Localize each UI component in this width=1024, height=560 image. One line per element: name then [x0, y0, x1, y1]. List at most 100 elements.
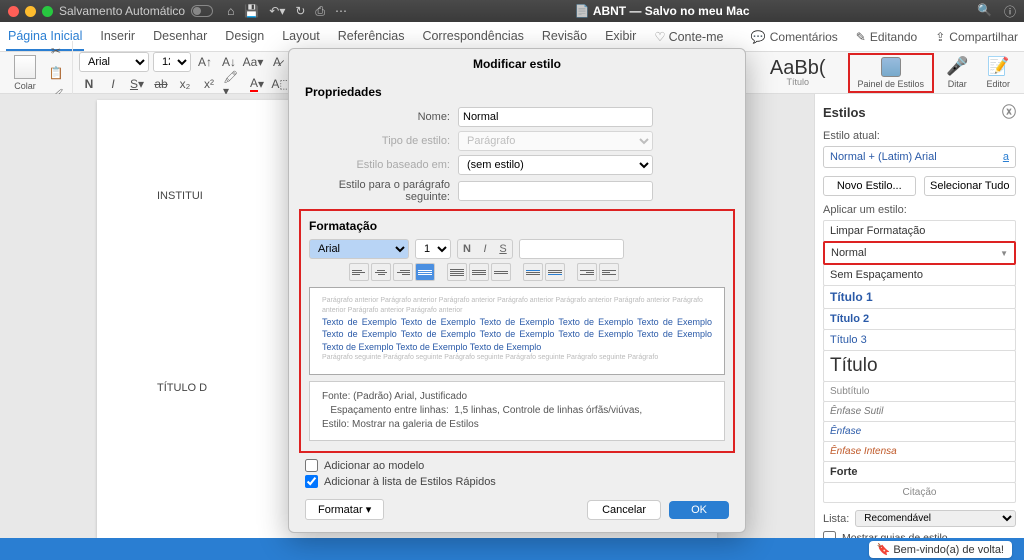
space-after-icon[interactable] [545, 263, 565, 281]
style-item-titulo3[interactable]: Título 3 [823, 329, 1016, 351]
account-icon[interactable]: ⓘ [1004, 3, 1016, 20]
style-item-clear[interactable]: Limpar Formatação [823, 220, 1016, 242]
styles-pane-button[interactable]: Painel de Estilos [852, 57, 931, 89]
font-color-icon[interactable]: A▾ [247, 74, 267, 94]
close-window-icon[interactable] [8, 6, 19, 17]
italic-icon[interactable]: I [103, 74, 123, 94]
current-style-box[interactable]: Normal + (Latim) Arial a [823, 146, 1016, 168]
clear-format-icon[interactable]: A̷ [267, 52, 287, 72]
style-item-forte[interactable]: Forte [823, 461, 1016, 483]
new-style-button[interactable]: Novo Estilo... [823, 176, 916, 196]
autosave-toggle[interactable] [191, 5, 213, 17]
undo-icon[interactable]: ↶▾ [269, 4, 285, 19]
ok-button[interactable]: OK [669, 501, 729, 519]
subscript-icon[interactable]: x₂ [175, 74, 195, 94]
fmt-color-select[interactable]: Automático [519, 239, 624, 259]
based-on-select[interactable]: (sem estilo) [458, 155, 653, 175]
underline-icon[interactable]: S▾ [127, 74, 147, 94]
home-icon[interactable]: ⌂ [227, 4, 234, 19]
fmt-font-select[interactable]: Arial [309, 239, 409, 259]
fmt-underline-icon[interactable]: S [494, 240, 512, 258]
zoom-window-icon[interactable] [42, 6, 53, 17]
align-left-icon[interactable] [349, 263, 369, 281]
style-item-nospacing[interactable]: Sem Espaçamento [823, 264, 1016, 286]
editor-button[interactable]: 📝 Editor [980, 56, 1016, 89]
tab-layout[interactable]: Layout [280, 23, 322, 51]
change-case-icon[interactable]: Aa▾ [243, 52, 263, 72]
dialog-title: Modificar estilo [289, 49, 745, 79]
style-item-titulo2[interactable]: Título 2 [823, 308, 1016, 330]
welcome-back-bubble[interactable]: 🔖 Bem-vindo(a) de volta! [869, 541, 1012, 558]
add-template-checkbox[interactable] [305, 459, 318, 472]
bold-icon[interactable]: N [79, 74, 99, 94]
select-all-button[interactable]: Selecionar Tudo [924, 176, 1017, 196]
comments-button[interactable]: 💬Comentários [751, 30, 838, 44]
close-panel-icon[interactable]: ⓧ [1002, 102, 1016, 122]
copy-icon[interactable]: 📋 [46, 63, 66, 83]
align-group [349, 263, 435, 281]
highlight-icon[interactable]: 🖍▾ [223, 74, 243, 94]
next-para-select[interactable]: ¶ Normal [458, 181, 653, 201]
status-bar: 🔖 Bem-vindo(a) de volta! [0, 538, 1024, 560]
spacing-1-icon[interactable] [447, 263, 467, 281]
window-controls[interactable] [8, 6, 53, 17]
format-dropdown-button[interactable]: Formatar ▾ [305, 499, 384, 520]
tab-insert[interactable]: Inserir [98, 23, 137, 51]
print-icon[interactable]: ⎙ [315, 4, 325, 19]
tab-review[interactable]: Revisão [540, 23, 589, 51]
minimize-window-icon[interactable] [25, 6, 36, 17]
align-right-icon[interactable] [393, 263, 413, 281]
strike-icon[interactable]: ab [151, 74, 171, 94]
style-item-enfase-sutil[interactable]: Ênfase Sutil [823, 401, 1016, 422]
indent-decrease-icon[interactable] [577, 263, 597, 281]
add-quickstyles-checkbox[interactable] [305, 475, 318, 488]
tab-design[interactable]: Design [223, 23, 266, 51]
cut-icon[interactable]: ✂ [46, 41, 66, 61]
show-style-guides-checkbox[interactable] [823, 531, 836, 538]
dictate-button[interactable]: 🎤 Ditar [940, 56, 974, 89]
list-select[interactable]: Recomendável [855, 510, 1016, 527]
align-center-icon[interactable] [371, 263, 391, 281]
style-item-enfase-intensa[interactable]: Ênfase Intensa [823, 441, 1016, 462]
more-icon[interactable]: ⋯ [335, 4, 347, 19]
style-item-normal[interactable]: Normal▼ [823, 241, 1016, 265]
modify-style-dialog: Modificar estilo Propriedades Nome: Tipo… [288, 48, 746, 533]
style-item-titulo1[interactable]: Título 1 [823, 285, 1016, 309]
tab-draw[interactable]: Desenhar [151, 23, 209, 51]
fmt-bold-icon[interactable]: N [458, 240, 476, 258]
type-select: Parágrafo [458, 131, 653, 151]
editing-mode-button[interactable]: ✎Editando [856, 30, 917, 44]
tab-mailings[interactable]: Correspondências [420, 23, 525, 51]
spacing-2-icon[interactable] [491, 263, 511, 281]
font-family-select[interactable]: Arial [79, 52, 149, 72]
name-input[interactable] [458, 107, 653, 127]
space-before-icon[interactable] [523, 263, 543, 281]
align-justify-icon[interactable] [415, 263, 435, 281]
style-item-titulo[interactable]: Título [823, 350, 1016, 382]
chevron-down-icon[interactable]: ▼ [1000, 249, 1008, 258]
tab-view[interactable]: Exibir [603, 23, 638, 51]
font-size-select[interactable]: 12 [153, 52, 191, 72]
tab-tellme[interactable]: Conte-me [652, 23, 725, 51]
decrease-font-icon[interactable]: A↓ [219, 52, 239, 72]
fmt-size-select[interactable]: 12 [415, 239, 451, 259]
save-icon[interactable]: 💾 [244, 4, 259, 19]
tab-references[interactable]: Referências [336, 23, 407, 51]
autosave-label: Salvamento Automático [59, 4, 185, 18]
search-icon[interactable]: 🔍 [977, 3, 992, 20]
styles-panel: Estilos ⓧ Estilo atual: Normal + (Latim)… [814, 94, 1024, 538]
style-gallery-item-titulo[interactable]: AaBb( Título [760, 58, 836, 87]
paste-button[interactable]: Colar [8, 55, 42, 91]
spacing-15-icon[interactable] [469, 263, 489, 281]
superscript-icon[interactable]: x² [199, 74, 219, 94]
styles-panel-title: Estilos [823, 105, 866, 120]
redo-icon[interactable]: ↻ [295, 4, 305, 19]
cancel-button[interactable]: Cancelar [587, 500, 661, 520]
style-item-enfase[interactable]: Ênfase [823, 421, 1016, 442]
fmt-italic-icon[interactable]: I [476, 240, 494, 258]
style-item-subtitulo[interactable]: Subtítulo [823, 381, 1016, 402]
indent-increase-icon[interactable] [599, 263, 619, 281]
style-item-citacao[interactable]: Citação [823, 482, 1016, 503]
increase-font-icon[interactable]: A↑ [195, 52, 215, 72]
share-button[interactable]: ⇪Compartilhar [935, 30, 1018, 44]
